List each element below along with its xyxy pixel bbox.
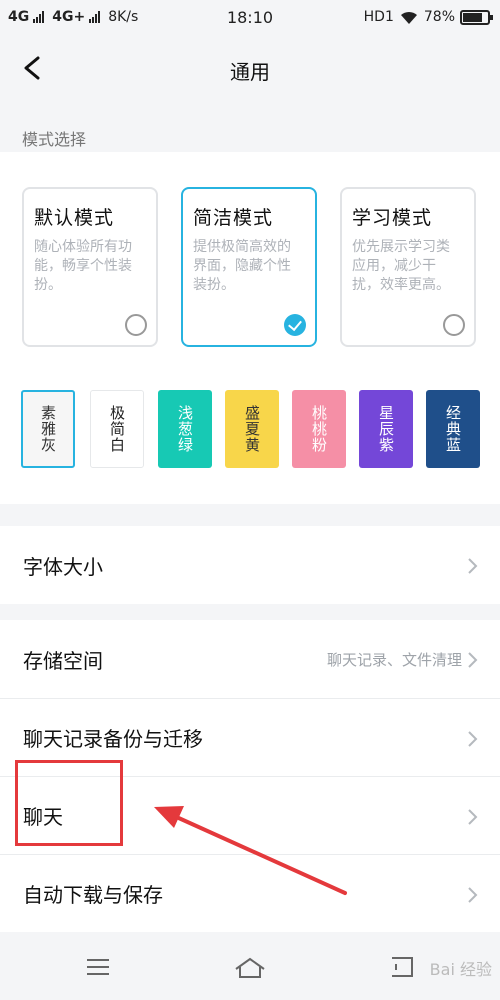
annotation-highlight-box (15, 760, 123, 846)
mode-section-label: 模式选择 (22, 130, 87, 149)
mode-card-description: 提供极简高效的界面，隐藏个性装扮。 (193, 239, 291, 293)
font-size-group: 字体大小 (0, 526, 500, 604)
radio-unchecked-icon[interactable] (125, 314, 147, 336)
storage-hint: 聊天记录、文件清理 (326, 650, 462, 669)
theme-swatch-white[interactable]: 极简白 (90, 390, 144, 468)
status-bar: 4G 4G+ 8K/s 18:10 HD1 78% (0, 0, 500, 36)
theme-swatch-yellow[interactable]: 盛夏黄 (225, 390, 279, 468)
theme-swatch-green[interactable]: 浅葱绿 (158, 390, 212, 468)
watermark: Bai 经验 (429, 960, 492, 979)
battery-icon (460, 9, 493, 25)
header: 通用 (0, 36, 500, 102)
theme-swatch-purple[interactable]: 星辰紫 (359, 390, 413, 468)
storage-label: 存储空间 (23, 648, 103, 673)
back-nav-icon[interactable] (382, 954, 422, 980)
radio-checked-icon[interactable] (284, 314, 306, 336)
mode-card-title: 默认模式 (34, 207, 115, 229)
auto-download-label: 自动下载与保存 (23, 883, 163, 907)
chevron-right-icon (468, 809, 478, 825)
mode-card-title: 学习模式 (352, 207, 433, 229)
hd-label: HD1 (363, 9, 394, 25)
backup-label: 聊天记录备份与迁移 (23, 727, 203, 751)
mode-card-description: 随心体验所有功能，畅享个性装扮。 (34, 239, 132, 293)
theme-swatch-pink[interactable]: 桃桃粉 (292, 390, 346, 468)
mode-card-title: 简洁模式 (193, 207, 274, 229)
mode-card-study[interactable]: 学习模式 优先展示学习类应用，减少干扰，效率更高。 (340, 187, 476, 347)
mode-card-description: 优先展示学习类应用，减少干扰，效率更高。 (352, 239, 450, 293)
menu-icon[interactable] (78, 954, 118, 980)
storage-row[interactable]: 存储空间 聊天记录、文件清理 (0, 620, 500, 698)
chevron-right-icon (468, 558, 478, 574)
chevron-right-icon (468, 887, 478, 903)
radio-unchecked-icon[interactable] (443, 314, 465, 336)
theme-swatch-gray[interactable]: 素雅灰 (21, 390, 75, 468)
wifi-icon (400, 11, 417, 24)
mode-panel: 默认模式 随心体验所有功能，畅享个性装扮。 简洁模式 提供极简高效的界面，隐藏个… (0, 152, 500, 504)
font-size-row[interactable]: 字体大小 (0, 526, 500, 604)
auto-download-row[interactable]: 自动下载与保存 (0, 854, 500, 932)
mode-card-simple[interactable]: 简洁模式 提供极简高效的界面，隐藏个性装扮。 (181, 187, 317, 347)
system-nav-bar: Bai 经验 (0, 932, 500, 1000)
battery-fill (463, 12, 482, 22)
theme-swatch-blue[interactable]: 经典蓝 (426, 390, 480, 468)
font-size-label: 字体大小 (23, 554, 103, 579)
battery-percent: 78% (423, 9, 455, 25)
mode-card-default[interactable]: 默认模式 随心体验所有功能，畅享个性装扮。 (22, 187, 158, 347)
chevron-right-icon (468, 731, 478, 747)
chevron-right-icon (468, 652, 478, 668)
home-icon[interactable] (230, 954, 270, 980)
page-title: 通用 (230, 60, 270, 84)
